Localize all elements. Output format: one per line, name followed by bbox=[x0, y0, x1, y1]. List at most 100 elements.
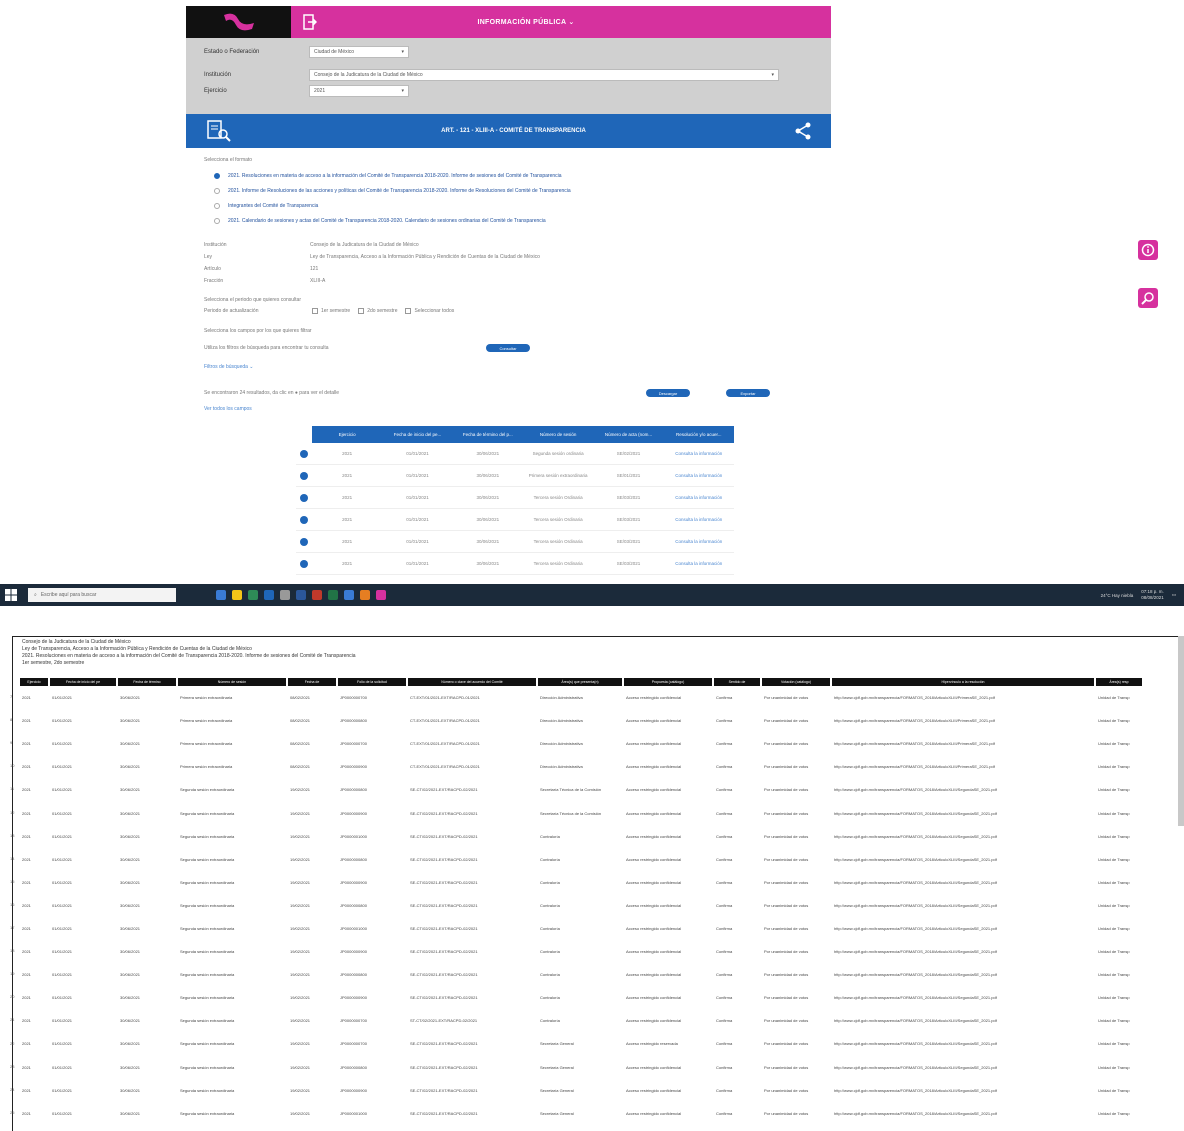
sheet-cell[interactable]: Secretaría Técnica de la Comisión bbox=[538, 811, 622, 816]
sheet-cell[interactable]: 30/06/2021 bbox=[118, 926, 176, 931]
sheet-column-header[interactable]: Sentido de bbox=[714, 678, 760, 686]
sheet-cell[interactable]: Dirección Administrativa bbox=[538, 764, 622, 769]
sheet-cell[interactable]: CT-EXT/01/2021-EXT/RACPD-01/2021 bbox=[408, 764, 536, 769]
sheet-cell[interactable]: http://www.cjdf.gob.mx/transparencia/FOR… bbox=[832, 718, 1094, 723]
sheet-cell[interactable]: 2021 bbox=[20, 926, 48, 931]
sheet-cell[interactable]: Contraloría bbox=[538, 949, 622, 954]
sheet-cell[interactable]: SE-CT/02/2021-EXT/RACPD-02/2021 bbox=[408, 811, 536, 816]
sheet-cell[interactable]: SE-CT/02/2021-EXT/RACPD-02/2021 bbox=[408, 880, 536, 885]
column-header[interactable]: Ejercicio bbox=[312, 432, 382, 437]
radio-button[interactable] bbox=[214, 218, 220, 224]
weather-status[interactable]: 24°C Hay niebla bbox=[1101, 593, 1134, 598]
period-checkbox-2[interactable] bbox=[358, 308, 365, 314]
taskbar-app-icon[interactable] bbox=[360, 590, 370, 600]
sheet-cell[interactable]: 2021 bbox=[20, 1041, 48, 1046]
sheet-cell[interactable]: 30/06/2021 bbox=[118, 718, 176, 723]
sheet-cell[interactable]: SE-CT/02/2021-EXT/RACPD-02/2021 bbox=[408, 926, 536, 931]
consult-link[interactable]: Consulta la información bbox=[664, 539, 734, 544]
sheet-cell[interactable]: 19/02/2021 bbox=[288, 857, 336, 862]
sheet-cell[interactable]: SE-CT/02/2021-EXT/RACPD-02/2021 bbox=[408, 1041, 536, 1046]
sheet-cell[interactable]: 30/06/2021 bbox=[118, 880, 176, 885]
sheet-cell[interactable]: 30/06/2021 bbox=[118, 741, 176, 746]
sheet-cell[interactable]: Por unanimidad de votos bbox=[762, 1041, 830, 1046]
table-row[interactable]: 2021 01/01/2021 30/06/2021 Tercera sesión O… bbox=[296, 509, 734, 531]
sheet-cell[interactable]: Segunda sesión extraordinaria bbox=[178, 857, 286, 862]
sheet-cell[interactable]: 2021 bbox=[20, 741, 48, 746]
sheet-cell[interactable]: 2021 bbox=[20, 949, 48, 954]
sheet-cell[interactable]: 01/01/2021 bbox=[50, 995, 116, 1000]
sheet-cell[interactable]: 2021 bbox=[20, 972, 48, 977]
sheet-cell[interactable]: Por unanimidad de votos bbox=[762, 1111, 830, 1116]
table-row[interactable]: 2021 01/01/2021 30/06/2021 Tercera sesión O… bbox=[296, 531, 734, 553]
sheet-cell[interactable]: http://www.cjdf.gob.mx/transparencia/FOR… bbox=[832, 787, 1094, 792]
sheet-cell[interactable]: Contraloría bbox=[538, 903, 622, 908]
sheet-cell[interactable]: Por unanimidad de votos bbox=[762, 787, 830, 792]
taskbar-app-icon[interactable] bbox=[344, 590, 354, 600]
sheet-cell[interactable]: 2021 bbox=[20, 880, 48, 885]
sheet-cell[interactable]: Dirección Administrativa bbox=[538, 718, 622, 723]
sheet-column-header[interactable]: Hipervínculo a la resolución bbox=[832, 678, 1094, 686]
consult-link[interactable]: Consulta la información bbox=[664, 451, 734, 456]
download-button[interactable]: Descargar bbox=[646, 389, 690, 397]
sheet-cell[interactable]: http://www.cjdf.gob.mx/transparencia/FOR… bbox=[832, 1041, 1094, 1046]
sheet-cell[interactable]: Acceso restringido confidencial bbox=[624, 972, 712, 977]
sheet-cell[interactable]: 01/01/2021 bbox=[50, 1018, 116, 1023]
format-option[interactable]: 2021. Calendario de sesiones y actas del… bbox=[214, 218, 546, 224]
sheet-cell[interactable]: Acceso restringido confidencial bbox=[624, 695, 712, 700]
sheet-cell[interactable]: 01/01/2021 bbox=[50, 695, 116, 700]
detail-dot-icon[interactable] bbox=[300, 449, 308, 458]
sheet-cell[interactable]: JP0000000700 bbox=[338, 1018, 406, 1023]
sheet-cell[interactable]: 30/06/2021 bbox=[118, 811, 176, 816]
sheet-cell[interactable]: SE-CT/02/2021-EXT/RACPD-02/2021 bbox=[408, 1065, 536, 1070]
column-header[interactable]: Fecha de término del p... bbox=[453, 432, 523, 437]
sheet-cell[interactable]: JP0000000700 bbox=[338, 741, 406, 746]
sheet-cell[interactable]: JP0000000900 bbox=[338, 949, 406, 954]
sheet-column-header[interactable]: Fecha de inicio del pe bbox=[50, 678, 116, 686]
sheet-cell[interactable]: Unidad de Transp bbox=[1096, 1111, 1142, 1116]
sheet-cell[interactable]: Segunda sesión extraordinaria bbox=[178, 903, 286, 908]
sheet-cell[interactable]: 01/01/2021 bbox=[50, 1065, 116, 1070]
sheet-cell[interactable]: Unidad de Transp bbox=[1096, 1041, 1142, 1046]
sheet-cell[interactable]: Unidad de Transp bbox=[1096, 764, 1142, 769]
sheet-cell[interactable]: Por unanimidad de votos bbox=[762, 718, 830, 723]
sheet-cell[interactable]: 2021 bbox=[20, 857, 48, 862]
sheet-cell[interactable]: 19/02/2021 bbox=[288, 834, 336, 839]
sheet-cell[interactable]: Confirma bbox=[714, 903, 760, 908]
sheet-cell[interactable]: Acceso restringido confidencial bbox=[624, 787, 712, 792]
sheet-cell[interactable]: Por unanimidad de votos bbox=[762, 880, 830, 885]
sheet-cell[interactable]: Confirma bbox=[714, 834, 760, 839]
sheet-column-header[interactable]: Fecha de término bbox=[118, 678, 176, 686]
sheet-cell[interactable]: 2021 bbox=[20, 695, 48, 700]
sheet-cell[interactable]: CT-EXT/01/2021-EXT/RACPD-01/2021 bbox=[408, 718, 536, 723]
sheet-cell[interactable]: SE-CT/02/2021-EXT/RACPD-02/2021 bbox=[408, 1088, 536, 1093]
sheet-cell[interactable]: http://www.cjdf.gob.mx/transparencia/FOR… bbox=[832, 903, 1094, 908]
consult-link[interactable]: Consulta la información bbox=[664, 495, 734, 500]
sheet-cell[interactable]: JP0000000800 bbox=[338, 972, 406, 977]
sheet-cell[interactable]: JP0000000700 bbox=[338, 695, 406, 700]
page-title[interactable]: INFORMACIÓN PÚBLICA ⌄ bbox=[321, 18, 831, 26]
radio-button[interactable] bbox=[214, 173, 220, 179]
sheet-cell[interactable]: Contraloría bbox=[538, 926, 622, 931]
sheet-cell[interactable]: Segunda sesión extraordinaria bbox=[178, 949, 286, 954]
detail-dot-icon[interactable] bbox=[300, 537, 308, 546]
sheet-cell[interactable]: 30/06/2021 bbox=[118, 695, 176, 700]
sheet-cell[interactable]: 01/01/2021 bbox=[50, 811, 116, 816]
sheet-cell[interactable]: JP0000000900 bbox=[338, 811, 406, 816]
taskbar-app-icon[interactable] bbox=[280, 590, 290, 600]
sheet-cell[interactable]: SE-CT/02/2021-EXT/RACPD-02/2021 bbox=[408, 995, 536, 1000]
sheet-cell[interactable]: Confirma bbox=[714, 880, 760, 885]
sheet-cell[interactable]: Acceso restringido confidencial bbox=[624, 995, 712, 1000]
institution-select[interactable]: Consejo de la Judicatura de la Ciudad de… bbox=[309, 69, 779, 81]
column-header[interactable]: Número de acta (nom... bbox=[593, 432, 663, 437]
taskbar-app-icon[interactable] bbox=[216, 590, 226, 600]
sheet-cell[interactable]: Acceso restringido confidencial bbox=[624, 718, 712, 723]
sheet-cell[interactable]: Acceso restringido confidencial bbox=[624, 880, 712, 885]
sheet-cell[interactable]: 2021 bbox=[20, 718, 48, 723]
sheet-cell[interactable]: 2021 bbox=[20, 1065, 48, 1070]
sheet-cell[interactable]: http://www.cjdf.gob.mx/transparencia/FOR… bbox=[832, 834, 1094, 839]
sheet-cell[interactable]: Segunda sesión extraordinaria bbox=[178, 1041, 286, 1046]
radio-button[interactable] bbox=[214, 203, 220, 209]
sheet-cell[interactable]: Por unanimidad de votos bbox=[762, 811, 830, 816]
sheet-cell[interactable]: Unidad de Transp bbox=[1096, 787, 1142, 792]
sheet-cell[interactable]: 19/02/2021 bbox=[288, 1065, 336, 1070]
